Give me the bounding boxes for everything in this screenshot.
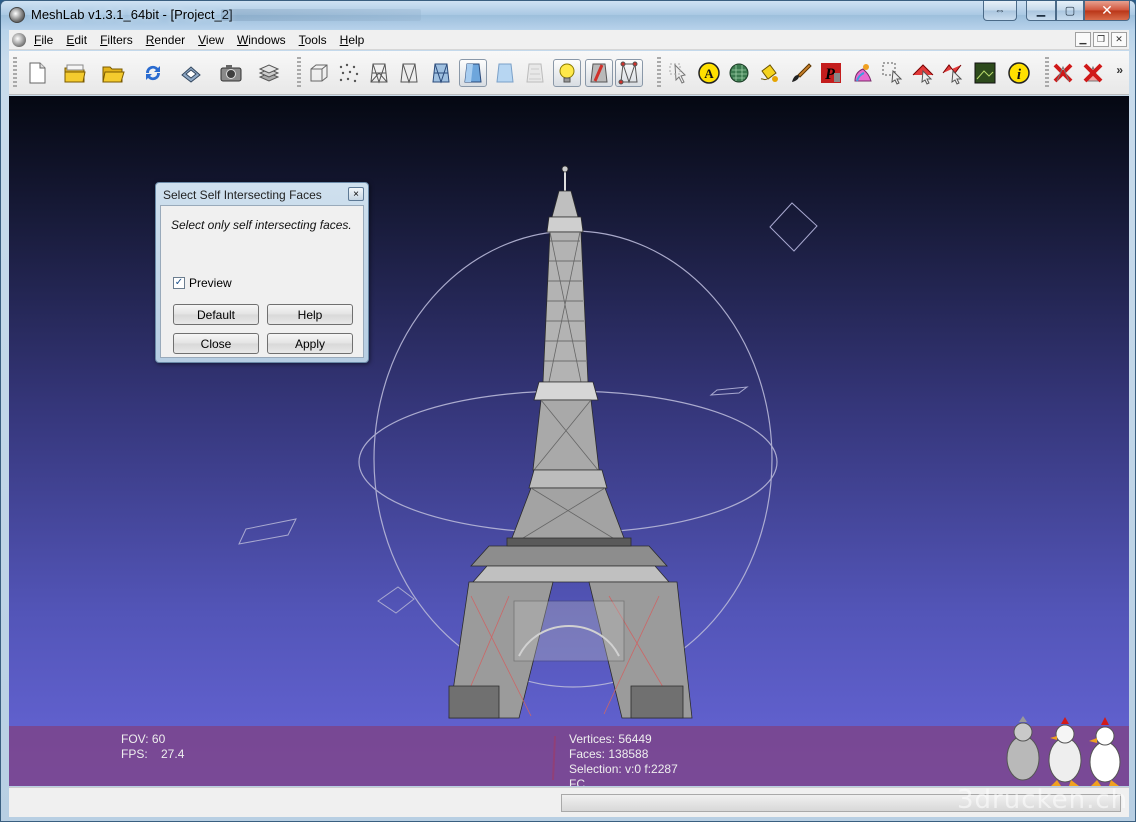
mdi-close-button[interactable]: ✕ <box>1111 32 1127 47</box>
flat-lines-icon[interactable] <box>427 59 455 87</box>
faces-readout: Faces: 138588 <box>569 747 649 761</box>
preview-checkbox[interactable]: ✓ <box>173 277 185 289</box>
select-vertices-icon[interactable] <box>879 59 907 87</box>
new-document-icon[interactable] <box>23 59 51 87</box>
default-button[interactable]: Default <box>173 304 259 325</box>
info-icon[interactable]: i <box>1005 59 1033 87</box>
dialog-title: Select Self Intersecting Faces <box>163 188 322 202</box>
align-icon[interactable] <box>849 59 877 87</box>
points-icon[interactable] <box>335 59 363 87</box>
meshlab-window: MeshLab v1.3.1_64bit - [Project_2] ⇔ ▁ ▢… <box>0 0 1136 822</box>
apply-button[interactable]: Apply <box>267 333 353 354</box>
open-project-icon[interactable] <box>61 59 89 87</box>
menu-help[interactable]: Help <box>340 33 372 47</box>
menu-edit[interactable]: Edit <box>66 33 94 47</box>
backface-icon[interactable] <box>585 59 613 87</box>
svg-text:P: P <box>824 66 835 83</box>
select-connected-icon[interactable] <box>939 59 967 87</box>
preview-label[interactable]: Preview <box>189 276 232 290</box>
paintbrush-icon[interactable] <box>787 59 815 87</box>
light-bulb-icon[interactable] <box>553 59 581 87</box>
menu-filters[interactable]: Filters <box>100 33 140 47</box>
fps-readout: FPS: 27.4 <box>121 747 185 761</box>
color-mesh-icon[interactable] <box>725 59 753 87</box>
main-toolbar: A P i » <box>9 51 1129 95</box>
reload-icon[interactable] <box>139 59 167 87</box>
delete-vertices-icon[interactable] <box>1049 59 1077 87</box>
menu-file[interactable]: File <box>34 33 60 47</box>
menu-tools[interactable]: Tools <box>299 33 334 47</box>
switch-window-button[interactable]: ⇔ <box>983 1 1017 21</box>
toolbar-grip[interactable] <box>297 57 301 89</box>
toolbar-grip[interactable] <box>13 57 17 89</box>
menu-view[interactable]: View <box>198 33 231 47</box>
selected-faces-icon[interactable] <box>615 59 643 87</box>
layers-icon[interactable] <box>255 59 283 87</box>
fov-readout: FOV: 60 <box>121 732 166 746</box>
hidden-lines-icon[interactable] <box>395 59 423 87</box>
grey-chicken <box>1006 716 1040 781</box>
bounding-box-icon[interactable] <box>305 59 333 87</box>
mdi-document-icon[interactable] <box>12 32 26 47</box>
watermark: 3drucken.ch <box>957 785 1129 815</box>
toolbar-grip[interactable] <box>657 57 661 89</box>
meshlab-chickens-logo <box>1006 716 1121 786</box>
annotation-icon[interactable]: A <box>695 59 723 87</box>
paint-bucket-icon[interactable] <box>755 59 783 87</box>
flat-icon[interactable] <box>459 59 487 87</box>
open-folder-icon[interactable] <box>99 59 127 87</box>
smooth-icon[interactable] <box>491 59 519 87</box>
save-icon[interactable] <box>177 59 205 87</box>
wireframe-icon[interactable] <box>365 59 393 87</box>
maximize-button[interactable]: ▢ <box>1056 1 1084 21</box>
snapshot-icon[interactable] <box>217 59 245 87</box>
meshlab-app-icon[interactable] <box>9 7 25 23</box>
title-bar-reflection <box>221 9 421 21</box>
delete-faces-icon[interactable] <box>1079 59 1107 87</box>
toolbar-overflow-button[interactable]: » <box>1116 63 1123 77</box>
texture-icon[interactable] <box>521 59 549 87</box>
mdi-minimize-button[interactable]: ▁ <box>1075 32 1091 47</box>
close-window-button[interactable]: ✕ <box>1084 1 1130 21</box>
window-title: MeshLab v1.3.1_64bit - [Project_2] <box>31 7 233 22</box>
white-chicken <box>1048 717 1082 786</box>
mdi-window-controls: ▁ ❐ ✕ <box>1075 32 1127 47</box>
svg-text:A: A <box>704 66 714 81</box>
filter-description: Select only self intersecting faces. <box>171 218 352 232</box>
eiffel-tower-mesh <box>448 165 693 719</box>
menu-render[interactable]: Render <box>146 33 192 47</box>
pickpoints-icon[interactable]: P <box>817 59 845 87</box>
white-chicken-front <box>1089 717 1121 786</box>
menu-windows[interactable]: Windows <box>237 33 293 47</box>
dialog-close-button[interactable]: × <box>348 187 364 201</box>
dialog-body: Select only self intersecting faces. ✓ P… <box>160 205 364 358</box>
fc-readout: FC <box>569 777 585 786</box>
minimize-button[interactable]: ▁ <box>1026 1 1056 21</box>
mdi-restore-button[interactable]: ❐ <box>1093 32 1109 47</box>
select-self-intersecting-dialog: Select Self Intersecting Faces × Select … <box>155 182 369 363</box>
select-faces-icon[interactable] <box>909 59 937 87</box>
close-button[interactable]: Close <box>173 333 259 354</box>
vertices-readout: Vertices: 56449 <box>569 732 652 746</box>
raster-icon[interactable] <box>971 59 999 87</box>
selection-readout: Selection: v:0 f:2287 <box>569 762 678 776</box>
manipulator-icon[interactable] <box>665 59 693 87</box>
menu-bar: File Edit Filters Render View Windows To… <box>9 30 1129 50</box>
help-button[interactable]: Help <box>267 304 353 325</box>
title-bar: MeshLab v1.3.1_64bit - [Project_2] ⇔ ▁ ▢… <box>1 1 1135 29</box>
